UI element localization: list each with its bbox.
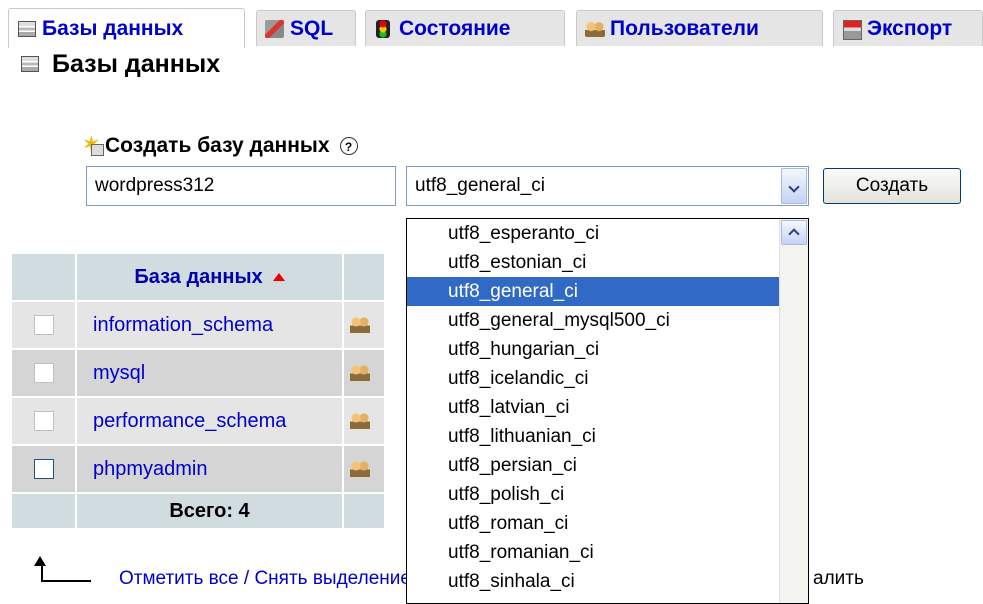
table-header-check — [12, 254, 75, 300]
collation-option[interactable]: utf8_sinhala_ci — [407, 567, 781, 596]
tab-label: Состояние — [399, 16, 511, 40]
databases-table: База данных information_schema mysql per… — [10, 252, 386, 530]
database-link[interactable]: phpmyadmin — [77, 458, 208, 480]
row-checkbox[interactable] — [33, 411, 54, 432]
database-icon — [15, 18, 39, 40]
help-icon[interactable]: ? — [339, 137, 358, 155]
tab-databases[interactable]: Базы данных — [8, 8, 245, 48]
database-link[interactable]: information_schema — [77, 314, 273, 336]
select-all-link[interactable]: Отметить все / Снять выделение — [119, 568, 409, 590]
create-button[interactable]: Создать — [823, 168, 961, 204]
collation-options: utf8_esperanto_ci utf8_estonian_ci utf8_ge… — [407, 219, 781, 596]
database-icon — [18, 53, 44, 77]
create-database-label: Создать базу данных ? — [83, 132, 358, 158]
column-header-label: База данных — [134, 265, 263, 288]
tab-export[interactable]: Экспорт — [833, 10, 983, 46]
status-icon — [372, 18, 396, 40]
tab-sql[interactable]: SQL — [256, 10, 356, 46]
table-row: mysql — [12, 350, 384, 396]
sql-icon — [263, 18, 287, 40]
tab-users[interactable]: Пользователи — [576, 10, 823, 46]
chevron-down-icon[interactable] — [781, 168, 807, 204]
privileges-icon[interactable] — [350, 411, 370, 431]
database-link[interactable]: mysql — [77, 362, 145, 384]
chevron-up-icon[interactable] — [781, 220, 807, 245]
row-checkbox[interactable] — [33, 459, 54, 480]
collation-option[interactable]: utf8_hungarian_ci — [407, 335, 781, 364]
collation-selected-value: utf8_general_ci — [415, 175, 545, 196]
collation-select[interactable]: utf8_general_ci — [406, 166, 809, 206]
scrollbar[interactable] — [779, 219, 808, 603]
page-title-text: Базы данных — [52, 50, 221, 78]
tab-label: Экспорт — [867, 16, 953, 40]
row-checkbox[interactable] — [33, 315, 54, 336]
collation-option[interactable]: utf8_latvian_ci — [407, 393, 781, 422]
table-footer: Всего: 4 — [12, 494, 384, 528]
sort-ascending-icon — [272, 273, 285, 282]
export-icon — [840, 18, 864, 40]
row-checkbox[interactable] — [33, 363, 54, 384]
collation-option[interactable]: utf8_esperanto_ci — [407, 219, 781, 248]
tab-status[interactable]: Состояние — [365, 10, 565, 46]
users-icon — [583, 18, 607, 40]
tab-label: Пользователи — [610, 16, 759, 40]
create-database-text: Создать базу данных — [105, 134, 330, 157]
tab-label: Базы данных — [42, 16, 184, 40]
database-link[interactable]: performance_schema — [77, 410, 286, 432]
total-count: Всего: 4 — [77, 494, 342, 528]
arrow-corner-icon — [33, 560, 93, 582]
tab-label: SQL — [290, 16, 334, 40]
privileges-icon[interactable] — [350, 459, 370, 479]
collation-option[interactable]: utf8_lithuanian_ci — [407, 422, 781, 451]
collation-option[interactable]: utf8_polish_ci — [407, 480, 781, 509]
collation-option[interactable]: utf8_persian_ci — [407, 451, 781, 480]
delete-label: алить — [813, 568, 864, 589]
new-database-icon — [83, 132, 104, 157]
tab-bar: Базы данных SQL Состояние Пользователи Э… — [8, 8, 983, 48]
table-header-privileges — [344, 254, 384, 300]
collation-option[interactable]: utf8_icelandic_ci — [407, 364, 781, 393]
collation-option[interactable]: utf8_general_mysql500_ci — [407, 306, 781, 335]
table-row: information_schema — [12, 302, 384, 348]
database-name-input[interactable] — [86, 166, 396, 206]
table-row: performance_schema — [12, 398, 384, 444]
privileges-icon[interactable] — [350, 315, 370, 335]
collation-dropdown-list[interactable]: utf8_esperanto_ci utf8_estonian_ci utf8_ge… — [406, 218, 809, 604]
collation-option[interactable]: utf8_romanian_ci — [407, 538, 781, 567]
table-row: phpmyadmin — [12, 446, 384, 492]
table-header-name[interactable]: База данных — [77, 254, 342, 300]
collation-option[interactable]: utf8_roman_ci — [407, 509, 781, 538]
collation-option[interactable]: utf8_estonian_ci — [407, 248, 781, 277]
page-title: Базы данных — [18, 50, 220, 79]
privileges-icon[interactable] — [350, 363, 370, 383]
collation-option[interactable]: utf8_general_ci — [407, 277, 781, 306]
